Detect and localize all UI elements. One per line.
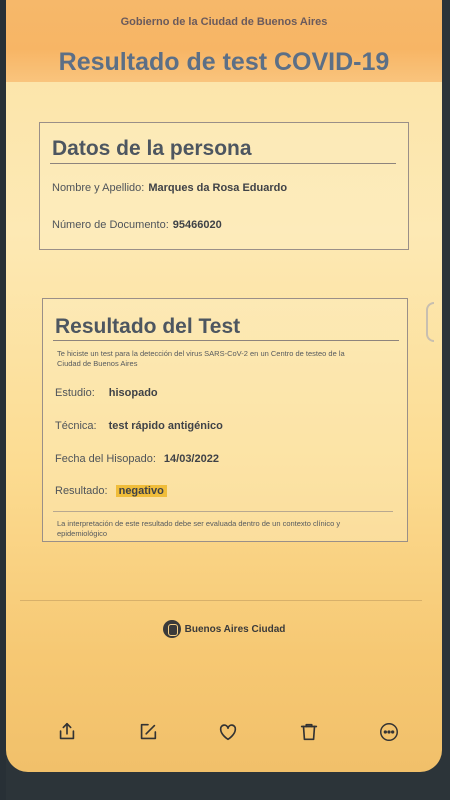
share-button[interactable] [54, 719, 80, 745]
date-value: 14/03/2022 [163, 453, 219, 465]
person-section-title: Datos de la persona [52, 137, 252, 160]
buenos-aires-logo: Buenos Aires Ciudad [6, 620, 442, 638]
document-row: Número de Documento: 95466020 [52, 219, 222, 231]
result-section-divider [53, 340, 399, 341]
date-label: Fecha del Hisopado: [55, 453, 156, 465]
more-icon [380, 723, 398, 741]
document-label: Número de Documento: [52, 219, 169, 231]
technique-value: test rápido antigénico [108, 420, 223, 432]
more-button[interactable] [376, 719, 402, 745]
delete-button[interactable] [296, 719, 322, 745]
date-row: Fecha del Hisopado: 14/03/2022 [55, 453, 219, 465]
name-row: Nombre y Apellido: Marques da Rosa Eduard… [52, 182, 287, 194]
result-card: Resultado del Test Te hiciste un test pa… [42, 298, 408, 542]
result-footnote: La interpretación de este resultado debe… [57, 519, 341, 538]
bottom-toolbar [6, 712, 442, 752]
document-value: 95466020 [172, 219, 222, 231]
person-card: Datos de la persona Nombre y Apellido: Ma… [39, 122, 409, 250]
study-label: Estudio: [55, 387, 95, 399]
favorite-button[interactable] [215, 719, 241, 745]
technique-row: Técnica: test rápido antigénico [55, 420, 223, 432]
heart-icon [219, 724, 237, 741]
study-row: Estudio: hisopado [55, 387, 158, 399]
study-value: hisopado [108, 387, 158, 399]
technique-label: Técnica: [55, 420, 97, 432]
name-value: Marques da Rosa Eduardo [148, 182, 288, 194]
page-title: Resultado de test COVID-19 [58, 48, 390, 76]
footnote-divider [53, 511, 393, 512]
result-row: Resultado: negativo [55, 485, 167, 497]
edit-icon [140, 723, 156, 740]
result-label: Resultado: [55, 485, 108, 497]
government-label: Gobierno de la Ciudad de Buenos Aires [120, 16, 328, 28]
side-handle[interactable] [426, 302, 434, 342]
document-viewer[interactable]: Gobierno de la Ciudad de Buenos Aires Re… [6, 0, 442, 772]
result-section-title: Resultado del Test [55, 315, 241, 338]
share-icon [59, 722, 75, 740]
footer-divider [20, 600, 422, 601]
result-value: negativo [115, 485, 167, 497]
person-section-divider [50, 163, 396, 164]
logo-text: Buenos Aires Ciudad [184, 623, 286, 635]
name-label: Nombre y Apellido: [52, 182, 145, 194]
buenos-aires-logo-icon [162, 620, 181, 638]
phone-frame: Gobierno de la Ciudad de Buenos Aires Re… [0, 0, 450, 800]
edit-button[interactable] [135, 719, 161, 745]
trash-icon [300, 723, 317, 741]
result-intro: Te hiciste un test para la detección del… [57, 349, 345, 368]
